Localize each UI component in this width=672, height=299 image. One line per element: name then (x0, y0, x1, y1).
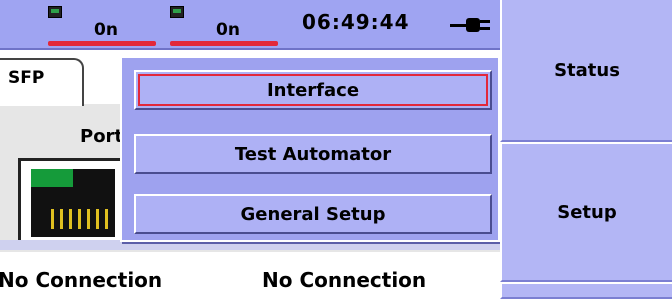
screen: 0n 0n 06:49:44 SFP Port No Connection No… (0, 0, 672, 299)
port2-indicator: 0n (170, 6, 290, 46)
port-label: Port (80, 126, 124, 147)
softkey-label: Setup (557, 201, 617, 223)
port1-indicator: 0n (48, 6, 168, 46)
menu-item-label: Test Automator (234, 143, 392, 165)
rj45-port-icon (18, 158, 128, 248)
port2-link-line (170, 41, 278, 46)
tab-sfp[interactable]: SFP (0, 58, 84, 106)
clock: 06:49:44 (302, 10, 410, 34)
menu-item-interface[interactable]: Interface (134, 70, 492, 110)
connection-status-1: No Connection (0, 268, 163, 292)
link-led (31, 169, 73, 187)
power-plug-icon (450, 18, 494, 32)
status-bar: 0n 0n 06:49:44 (0, 0, 500, 50)
tab-label: SFP (8, 68, 45, 88)
ethernet-port-icon (170, 6, 184, 18)
connection-status-2: No Connection (262, 268, 427, 292)
softkey-label: Status (554, 59, 620, 81)
softkey-panel: Status Setup (500, 0, 672, 299)
port1-link-line (48, 41, 156, 46)
ethernet-port-icon (48, 6, 62, 18)
setup-softkey[interactable]: Setup (500, 142, 672, 282)
blank-softkey[interactable] (500, 282, 672, 299)
menu-item-label: Interface (266, 79, 360, 101)
port1-value: 0n (94, 20, 118, 40)
main-menu-popup: Interface Test Automator General Setup (120, 56, 500, 242)
menu-item-general-setup[interactable]: General Setup (134, 194, 492, 234)
menu-item-label: General Setup (240, 203, 386, 225)
menu-item-test-automator[interactable]: Test Automator (134, 134, 492, 174)
port2-value: 0n (216, 20, 240, 40)
status-softkey[interactable]: Status (500, 0, 672, 142)
